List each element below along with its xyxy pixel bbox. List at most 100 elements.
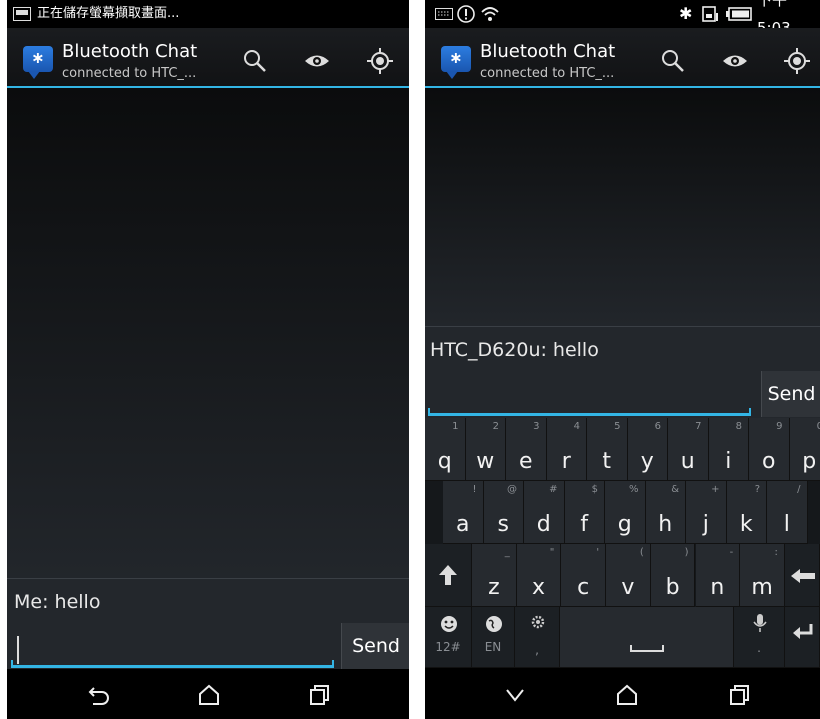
key-s[interactable]: @ s bbox=[483, 481, 524, 544]
recent-apps-icon[interactable] bbox=[725, 681, 753, 709]
space-key[interactable] bbox=[560, 607, 734, 668]
emoji-key-label: 12# bbox=[435, 640, 461, 654]
home-icon[interactable] bbox=[613, 681, 641, 709]
key-hint: 2 bbox=[492, 421, 499, 432]
key-v[interactable]: (v bbox=[606, 544, 651, 607]
key-label: y bbox=[640, 449, 654, 474]
key-label: s bbox=[497, 512, 509, 537]
search-icon[interactable] bbox=[658, 46, 688, 76]
back-icon[interactable] bbox=[85, 681, 113, 709]
discoverable-eye-icon[interactable] bbox=[720, 46, 750, 76]
chat-message: Me: hello bbox=[14, 591, 101, 613]
battery-icon bbox=[726, 0, 752, 28]
connect-target-icon[interactable] bbox=[782, 46, 812, 76]
key-m[interactable]: :m bbox=[740, 544, 785, 607]
key-h[interactable]: & h bbox=[645, 481, 686, 544]
key-r[interactable]: 4r bbox=[546, 418, 587, 481]
keyboard-notification-icon bbox=[435, 0, 453, 28]
key-d[interactable]: # d bbox=[524, 481, 565, 544]
conversation-area bbox=[7, 88, 409, 578]
key-hint: ) bbox=[684, 547, 689, 558]
key-hint: $ bbox=[591, 484, 598, 495]
send-button[interactable]: Send bbox=[761, 371, 820, 417]
key-e[interactable]: 3e bbox=[506, 418, 547, 481]
key-hint: ' bbox=[596, 547, 600, 558]
key-label: e bbox=[518, 449, 533, 474]
key-hint: 5 bbox=[614, 421, 621, 432]
app-title: Bluetooth Chat bbox=[62, 41, 198, 62]
key-hint: - bbox=[729, 547, 734, 558]
hide-keyboard-icon[interactable] bbox=[501, 681, 529, 709]
status-bar: 正在儲存螢幕擷取畫面... bbox=[7, 0, 409, 28]
key-label: r bbox=[561, 449, 571, 474]
key-p[interactable]: 0p bbox=[789, 418, 820, 481]
key-label: u bbox=[680, 449, 695, 474]
discoverable-eye-icon[interactable] bbox=[302, 46, 332, 76]
key-hint: 4 bbox=[573, 421, 580, 432]
key-hint: / bbox=[797, 484, 801, 495]
navigation-bar bbox=[7, 669, 409, 719]
action-bar: ∗ Bluetooth Chat connected to HTC_... bbox=[7, 28, 409, 88]
key-w[interactable]: 2w bbox=[465, 418, 506, 481]
message-input[interactable] bbox=[11, 660, 334, 668]
key-label: w bbox=[476, 449, 495, 474]
right-phone-screen: ✱ 下午5:03 ∗ Bluetooth Chat connected to H… bbox=[425, 0, 820, 719]
key-f[interactable]: $ f bbox=[564, 481, 605, 544]
key-a[interactable]: ! a bbox=[443, 481, 484, 544]
key-label: a bbox=[456, 512, 470, 537]
key-n[interactable]: -n bbox=[695, 544, 741, 607]
sim-signal-icon bbox=[701, 0, 719, 28]
connect-target-icon[interactable] bbox=[365, 46, 395, 76]
home-icon[interactable] bbox=[195, 681, 223, 709]
key-u[interactable]: 7u bbox=[668, 418, 709, 481]
key-c[interactable]: ' c bbox=[561, 544, 607, 607]
text-cursor bbox=[17, 636, 19, 664]
key-i[interactable]: 8i bbox=[708, 418, 749, 481]
bluetooth-app-icon[interactable]: ∗ bbox=[23, 46, 53, 79]
key-g[interactable]: % g bbox=[605, 481, 646, 544]
key-x[interactable]: " x bbox=[516, 544, 562, 607]
key-t[interactable]: 5t bbox=[587, 418, 628, 481]
key-hint: " bbox=[549, 547, 555, 558]
bluetooth-app-icon[interactable]: ∗ bbox=[441, 46, 471, 79]
message-compose-area: Me: hello Send bbox=[7, 578, 409, 670]
key-label: q bbox=[437, 449, 452, 474]
language-key[interactable]: EN bbox=[472, 607, 515, 668]
send-button[interactable]: Send bbox=[341, 623, 409, 669]
microphone-key[interactable]: . bbox=[734, 607, 785, 668]
key-hint: @ bbox=[507, 484, 517, 495]
key-label: m bbox=[751, 575, 773, 600]
bluetooth-status-icon: ✱ bbox=[679, 4, 693, 23]
clock: 下午5:03 bbox=[757, 0, 791, 37]
message-input[interactable] bbox=[428, 408, 751, 416]
key-hint: ! bbox=[472, 484, 477, 495]
emoji-key[interactable]: 12# bbox=[425, 607, 472, 668]
key-q[interactable]: 1q bbox=[425, 418, 466, 481]
key-y[interactable]: 6y bbox=[627, 418, 668, 481]
recent-apps-icon[interactable] bbox=[305, 681, 333, 709]
key-z[interactable]: _ z bbox=[472, 544, 517, 607]
key-hint: % bbox=[628, 484, 639, 495]
microphone-key-label: . bbox=[757, 641, 761, 655]
backspace-key[interactable] bbox=[785, 544, 820, 607]
key-j[interactable]: + j bbox=[686, 481, 727, 544]
key-hint: 3 bbox=[533, 421, 540, 432]
search-icon[interactable] bbox=[240, 46, 270, 76]
shift-key[interactable] bbox=[425, 544, 472, 607]
screenshot-notification-icon bbox=[13, 0, 31, 28]
key-hint: ( bbox=[639, 547, 644, 558]
enter-key[interactable] bbox=[785, 607, 820, 668]
key-k[interactable]: ? k bbox=[726, 481, 767, 544]
key-hint: ? bbox=[754, 484, 760, 495]
message-compose-area: HTC_D620u: hello Send bbox=[425, 326, 820, 419]
navigation-bar bbox=[425, 669, 820, 719]
key-b[interactable]: ) b bbox=[650, 544, 696, 607]
key-l[interactable]: / l bbox=[767, 481, 808, 544]
key-hint: 1 bbox=[452, 421, 459, 432]
settings-key[interactable]: , bbox=[515, 607, 560, 668]
key-label: n bbox=[710, 575, 725, 600]
key-label: v bbox=[621, 575, 635, 600]
key-hint: & bbox=[671, 484, 679, 495]
key-o[interactable]: 9o bbox=[749, 418, 790, 481]
key-label: h bbox=[658, 512, 673, 537]
